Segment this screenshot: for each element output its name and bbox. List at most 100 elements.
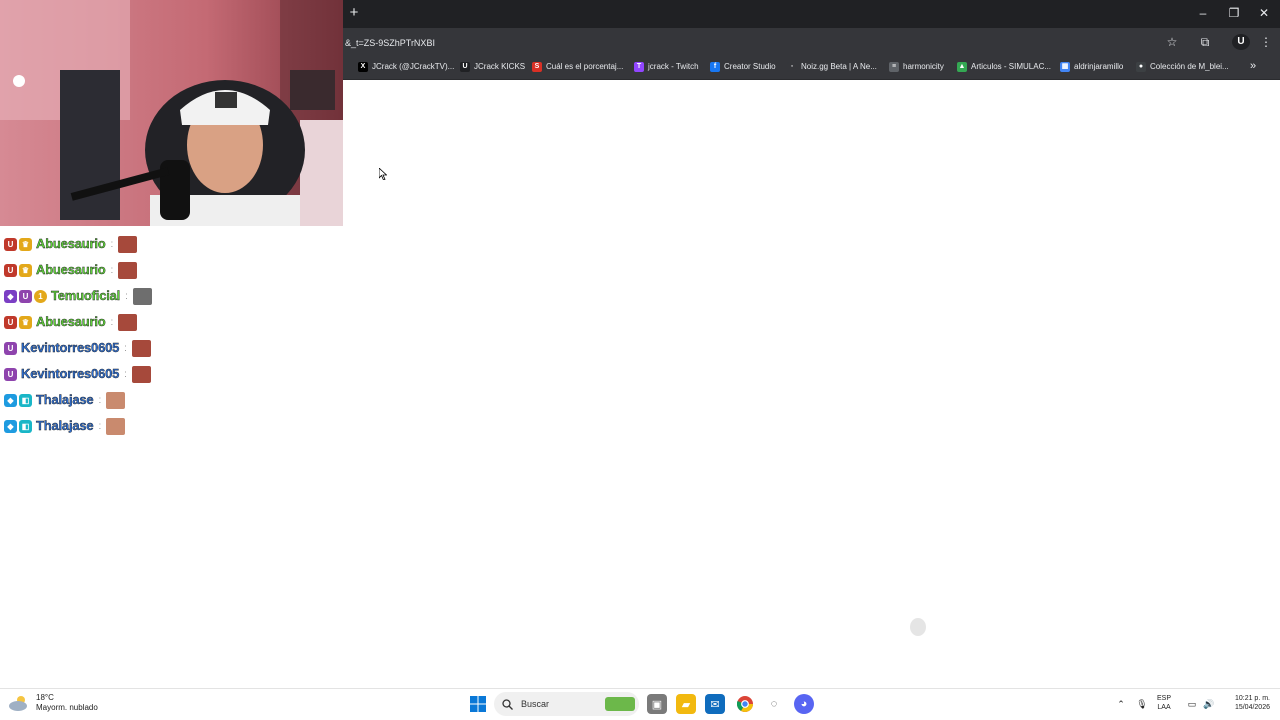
discord-icon[interactable]: ◕ [794,694,814,714]
chat-separator: : [124,342,127,354]
windows-logo-icon [470,696,486,712]
bookmarks-more-icon[interactable]: » [1250,59,1262,73]
extensions-icon[interactable]: ⧉ [1196,34,1214,50]
kick-badge-icon: U [4,315,17,329]
kick-badge-icon: U [19,289,32,303]
weather-widget[interactable]: 18°C Mayorm. nublado [8,693,98,713]
chat-message: ◆ ◧ Thalajase: [4,390,126,410]
collection-icon: ● [1136,62,1146,72]
webcam-video [0,0,343,226]
webcam-image [0,0,343,226]
noiz-icon: ◦ [787,62,797,72]
task-view-icon[interactable]: ▣ [647,694,667,714]
chat-username[interactable]: Thalajase [36,391,94,409]
clock[interactable]: 10:21 p. m. 15/04/2026 [1222,694,1270,712]
clock-date: 15/04/2026 [1234,704,1270,711]
bookmark-item[interactable]: f Creator Studio [710,60,776,74]
bookmark-label: Cuál es el porcentaj... [546,62,624,71]
bookmark-item[interactable]: ▦ aldrinjaramillo [1060,60,1123,74]
bookmark-item[interactable]: Tjcrack - Twitch [634,60,699,74]
language-indicator[interactable]: ESP LAA [1157,694,1171,712]
chat-message: U Kevintorres0605: [4,338,151,358]
start-button[interactable] [468,694,488,714]
minimize-button[interactable]: – [1192,4,1214,22]
bookmark-item[interactable]: U JCrack KICKS [460,60,525,74]
kick-badge-icon: U [4,367,17,381]
chat-separator: : [110,264,114,276]
weather-temperature: 18°C [36,693,54,702]
s-icon: S [532,62,542,72]
facebook-icon: f [710,62,720,72]
kick-badge-icon: U [4,263,17,277]
chat-message: ◆ U 1 Temuoficial: [4,286,152,306]
tray-overflow-icon[interactable]: ⌃ [1114,696,1128,712]
bookmark-item[interactable]: ◦ Noiz.gg Beta | A Ne... [787,60,877,74]
search-icon [502,698,513,710]
chrome-icon[interactable] [735,694,755,714]
chat-username[interactable]: Thalajase [36,417,94,435]
kick-badge-icon: U [4,237,17,251]
chat-separator: : [125,290,128,302]
close-button[interactable]: ✕ [1253,4,1275,22]
search-label: Buscar [521,699,550,709]
chat-username[interactable]: Temuoficial [51,287,121,305]
clock-time: 10:21 p. m. [1234,695,1270,702]
keyboard-layout: LAA [1157,704,1171,711]
chat-emote-icon [132,287,152,305]
app-notification-icon[interactable]: ◌ [764,694,784,714]
x-icon: X [358,62,368,72]
bookmark-label: JCrack (@JCrackTV)... [372,62,455,71]
cloudy-weather-icon [9,696,27,711]
file-explorer-icon[interactable]: ▰ [676,694,696,714]
bookmark-label: Articulos - SIMULAC... [971,62,1052,71]
bookmark-item[interactable]: ≡ harmonicity [889,60,944,74]
display-icon[interactable]: ▭ [1185,696,1199,712]
bookmark-label: aldrinjaramillo [1074,62,1124,71]
taskbar [0,688,1280,720]
chat-message: U ♛ Abuesaurio: [4,312,138,332]
chat-message: U ♛ Abuesaurio: [4,234,138,254]
sub-badge-icon: ◧ [19,419,32,433]
search-highlight-icon [605,697,635,711]
bookmark-label: harmonicity [903,62,944,71]
chat-emote-icon [118,261,138,279]
chat-emote-icon [118,313,138,331]
taskbar-search[interactable]: Buscar [494,692,639,716]
bookmark-item[interactable]: X JCrack (@JCrackTV)... [358,60,454,74]
volume-icon[interactable]: 🔊 [1202,696,1216,712]
chat-message: U ♛ Abuesaurio: [4,260,138,280]
drive-icon: ▲ [957,62,967,72]
bookmark-label: JCrack KICKS [474,62,526,71]
sub-badge-icon: ◧ [19,393,32,407]
browser-menu-icon[interactable]: ⋮ [1257,34,1275,50]
bookmark-item[interactable]: ▲ Articulos - SIMULAC... [957,60,1051,74]
address-bar[interactable]: &_t=ZS-9SZhPTrNXBI [345,36,435,50]
crown-badge-icon: ♛ [19,237,32,251]
new-tab-button[interactable]: + [347,5,361,21]
chat-username[interactable]: Kevintorres0605 [21,339,120,357]
profile-icon[interactable]: U [1232,34,1250,50]
restore-button[interactable]: ❐ [1223,4,1245,22]
bookmark-star-icon[interactable]: ☆ [1163,34,1181,50]
mouse-cursor-icon [379,168,387,180]
microphone-icon[interactable]: 🎙 [1135,696,1149,712]
chat-username[interactable]: Kevintorres0605 [21,365,120,383]
chat-message: ◆ ◧ Thalajase: [4,416,126,436]
chat-separator: : [124,368,127,380]
bookmark-label: Colección de M_blei... [1150,62,1229,71]
bookmark-item[interactable]: ● Colección de M_blei... [1136,60,1229,74]
chrome-logo-icon [737,696,753,712]
coin-badge-icon: 1 [34,289,47,303]
calendar-icon: ▦ [1060,62,1070,72]
chat-username[interactable]: Abuesaurio [36,313,106,331]
chat-username[interactable]: Abuesaurio [36,235,106,253]
bookmark-item[interactable]: S Cuál es el porcentaj... [532,60,623,74]
crown-badge-icon: ♛ [19,263,32,277]
kick-badge-icon: U [4,341,17,355]
chat-username[interactable]: Abuesaurio [36,261,106,279]
chat-separator: : [110,238,114,250]
bookmark-label: Noiz.gg Beta | A Ne... [801,62,877,71]
mail-app-icon[interactable]: ✉ [705,694,725,714]
crown-badge-icon: ♛ [19,315,32,329]
chat-separator: : [98,420,102,432]
